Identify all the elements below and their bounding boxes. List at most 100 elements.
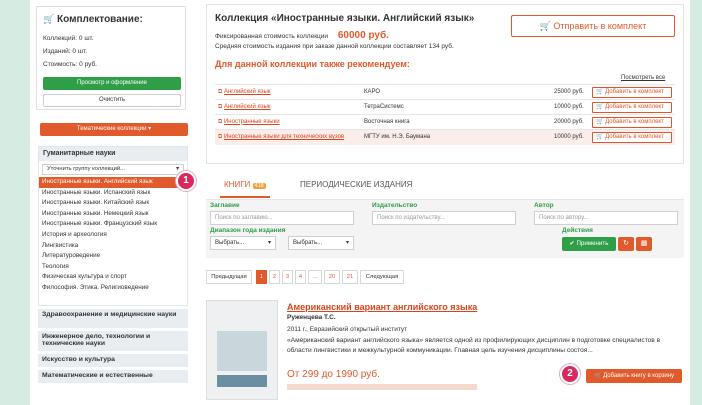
section-health[interactable]: Здравоохранение и медицинские науки [38, 308, 188, 328]
page-21[interactable]: 21 [342, 270, 358, 284]
add-to-kit-button[interactable]: 🛒 Добавить в комплект [592, 131, 672, 143]
publisher-search-placeholder: Поиск по издательству... [377, 215, 445, 221]
humanities-title[interactable]: Гуманитарные науки [39, 147, 187, 161]
book-title-link[interactable]: Американский вариант английского языка [287, 302, 477, 312]
apply-button[interactable]: ✔ Применить [562, 237, 616, 251]
tab-books[interactable]: КНИГИ 418 [220, 180, 270, 198]
caret-down-icon: ▾ [267, 240, 271, 246]
category-item[interactable]: Иностранные языки. Китайский язык [39, 198, 187, 209]
send-to-kit-button[interactable]: 🛒 Отправить в комплект [511, 15, 675, 37]
kit-title: Комплектование: [57, 14, 143, 25]
author-search-input[interactable]: Поиск по автору... [534, 211, 678, 225]
view-button[interactable]: Просмотр и оформление [43, 77, 181, 90]
page-20[interactable]: 20 [324, 270, 340, 284]
book-author: Руженцева Т.С. [287, 314, 336, 321]
category-list: Иностранные языки. Английский язык Иност… [39, 177, 187, 294]
category-item[interactable]: Иностранные языки. Английский язык [39, 177, 187, 188]
fixed-cost-row: Фиксированная стоимость коллекции 60000 … [215, 30, 389, 41]
link-icon: ⧉ [218, 134, 223, 140]
add-to-kit-button[interactable]: 🛒 Добавить в комплект [592, 101, 672, 113]
recommendation-link[interactable]: Иностранные языки для технических вузов [224, 134, 344, 140]
publisher-search-input[interactable]: Поиск по издательству... [372, 211, 516, 225]
refine-group-select[interactable]: Уточнить группу коллекций... ▾ [42, 164, 184, 175]
recommendation-link[interactable]: Английский язык [224, 89, 271, 95]
book-cover[interactable] [206, 300, 278, 400]
recommendation-publisher: МГТУ им. Н.Э. Баумана [361, 129, 551, 145]
recommendation-price: 10000 руб. [551, 99, 589, 115]
tab-periodicals[interactable]: ПЕРИОДИЧЕСКИЕ ИЗДАНИЯ [300, 180, 412, 189]
tab-books-label: КНИГИ [224, 180, 251, 189]
caret-down-icon: ▾ [345, 240, 349, 246]
section-math[interactable]: Математические и естественные [38, 369, 188, 383]
add-to-kit-button[interactable]: 🛒 Добавить в комплект [592, 86, 672, 98]
book-title[interactable]: Американский вариант английского языка [287, 302, 477, 312]
book-price: От 299 до 1990 руб. [287, 369, 380, 380]
see-all-link[interactable]: Посмотреть все [621, 75, 665, 81]
refine-placeholder: Уточнить группу коллекций... [47, 166, 125, 172]
section-engineering[interactable]: Инженерное дело, технологии и технически… [38, 330, 188, 351]
year-from-select[interactable]: Выбрать... ▾ [210, 236, 276, 250]
category-item[interactable]: Физическая культура и спорт [39, 272, 187, 283]
clear-button[interactable]: Очистить [43, 94, 181, 107]
category-item[interactable]: Литературоведение [39, 251, 187, 262]
title-search-input[interactable]: Поиск по заглавию... [210, 211, 354, 225]
book-description: «Американский вариант английского языка»… [287, 337, 661, 354]
actions-label: Действия [562, 227, 593, 234]
collection-panel: Коллекция «Иностранные языки. Английский… [206, 4, 684, 164]
category-item[interactable]: Философия. Этика. Религиоведение [39, 283, 187, 294]
fixed-cost-label: Фиксированная стоимость коллекции [215, 33, 329, 40]
fixed-cost-value: 60000 руб. [337, 30, 389, 41]
table-row: ⧉ Английский язык КАРО 25000 руб. 🛒 Доба… [215, 84, 675, 100]
thematic-collections-button[interactable]: Тематические коллекции ▾ [40, 123, 188, 136]
year-from-value: Выбрать... [215, 240, 245, 246]
kit-editions: Изданий: 0 шт. [43, 48, 88, 55]
title-filter-label: Заглавие [210, 202, 240, 209]
book-meta: 2011 г., Евразийский открытый институт [287, 326, 408, 333]
cart-icon: 🛒 [593, 373, 602, 379]
year-to-select[interactable]: Выбрать... ▾ [288, 236, 354, 250]
category-item[interactable]: Иностранные языки. Французский язык [39, 219, 187, 230]
pagination-prev[interactable]: Предыдущая [206, 270, 252, 284]
send-to-kit-label: Отправить в комплект [553, 21, 647, 31]
export-button[interactable]: ▩ [636, 237, 652, 251]
add-to-kit-button[interactable]: 🛒 Добавить в комплект [592, 116, 672, 128]
cover-art [217, 331, 267, 371]
recommendation-link[interactable]: Иностранные языки [224, 119, 280, 125]
link-icon: ⧉ [218, 103, 223, 110]
page-1[interactable]: 1 [256, 270, 267, 284]
add-to-cart-button[interactable]: 🛒 Добавить книгу в корзину [586, 369, 682, 383]
cart-icon: 🛒 [596, 118, 604, 125]
page-3[interactable]: 3 [282, 270, 293, 284]
category-item[interactable]: Иностранные языки. Испанский язык [39, 188, 187, 199]
recommend-title: Для данной коллекции также рекомендуем: [215, 59, 410, 69]
kit-collections: Коллекций: 0 шт. [43, 35, 94, 42]
category-item[interactable]: История и археология [39, 230, 187, 241]
refresh-icon: ↻ [623, 240, 629, 247]
cart-icon: 🛒 [596, 88, 604, 95]
pagination-next[interactable]: Следующая [360, 270, 404, 284]
add-to-kit-label: Добавить в комплект [605, 88, 664, 95]
document-icon: ▩ [640, 240, 648, 247]
table-row: ⧉ Английский язык ТетраСистемс 10000 руб… [215, 99, 675, 115]
kit-panel: 🛒 Комплектование: Коллекций: 0 шт. Издан… [36, 6, 186, 110]
page-4[interactable]: 4 [295, 270, 306, 284]
avg-cost: Средняя стоимость издания при заказе дан… [215, 43, 454, 50]
kit-cost: Стоимость: 0 руб. [43, 61, 97, 68]
recommendation-link[interactable]: Английский язык [224, 104, 271, 110]
recommendation-price: 20000 руб. [551, 114, 589, 130]
category-item[interactable]: Лингвистика [39, 241, 187, 252]
category-item[interactable]: Иностранные языки. Немецкий язык [39, 209, 187, 220]
recommendations-table: ⧉ Английский язык КАРО 25000 руб. 🛒 Доба… [215, 84, 675, 145]
page-2[interactable]: 2 [269, 270, 280, 284]
book-price-underline [287, 384, 477, 390]
see-all-text[interactable]: Посмотреть все [621, 75, 665, 81]
reset-button[interactable]: ↻ [618, 237, 634, 251]
category-item[interactable]: Теология [39, 262, 187, 273]
section-art[interactable]: Искусство и культура [38, 353, 188, 367]
humanities-group: Гуманитарные науки Уточнить группу колле… [38, 146, 188, 306]
cart-icon: 🛒 [596, 133, 604, 140]
cover-bar [217, 375, 267, 387]
thematic-label: Тематические коллекции [76, 126, 147, 132]
recommendation-price: 25000 руб. [551, 84, 589, 100]
add-to-kit-label: Добавить в комплект [605, 133, 664, 140]
